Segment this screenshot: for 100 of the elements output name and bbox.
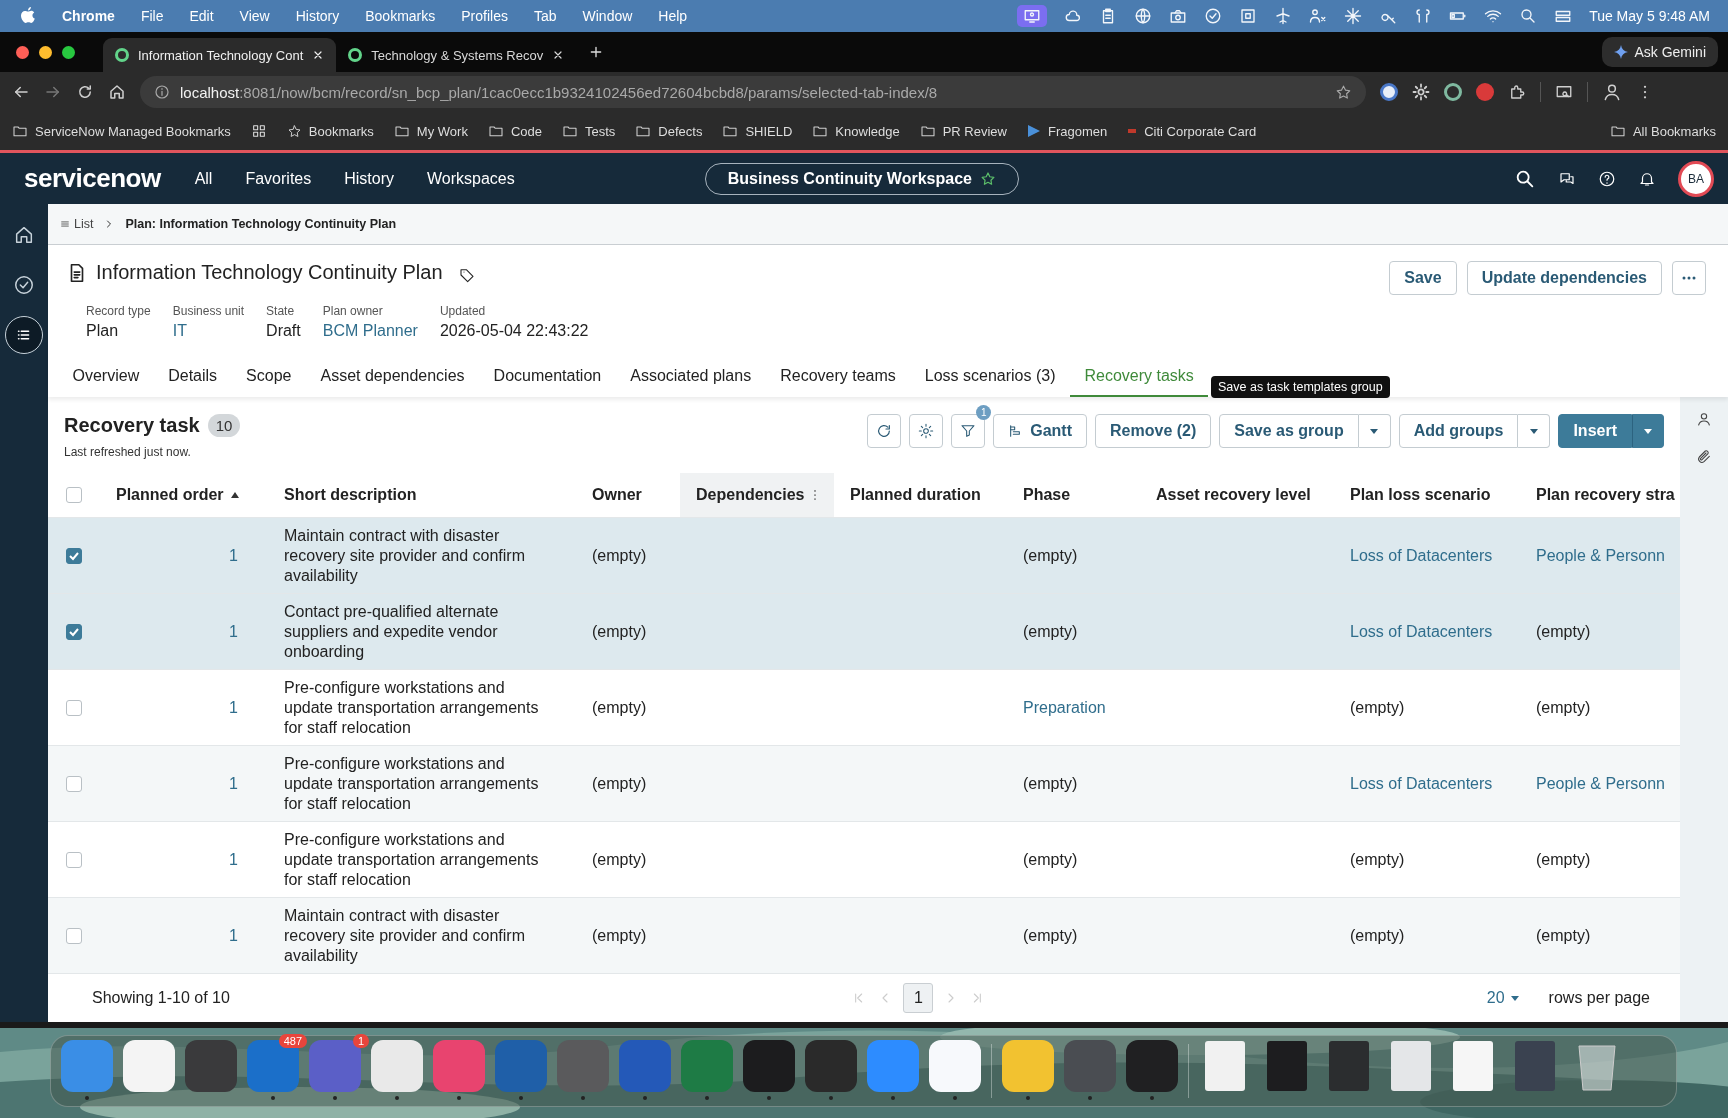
select-all-checkbox[interactable]	[66, 487, 82, 504]
record-tab[interactable]: Recovery teams	[765, 367, 911, 397]
record-link[interactable]: Preparation	[1023, 698, 1106, 717]
table-row[interactable]: 1 Pre-configure workstations and update transportation arrangements for staff relocation (empty) (empty) Loss of Datacenters People & Personn	[48, 745, 1680, 822]
logo[interactable]: servicenow	[24, 163, 161, 194]
bookmark[interactable]: PR Review	[919, 123, 1007, 139]
info-icon[interactable]	[154, 84, 170, 100]
frame-icon[interactable]	[1239, 7, 1258, 25]
window-thumbnail[interactable]	[1267, 1041, 1307, 1091]
nav-link[interactable]: All	[194, 169, 213, 188]
window-thumbnail[interactable]	[1453, 1041, 1493, 1091]
menu-item[interactable]: Tab	[533, 8, 557, 24]
help-icon[interactable]	[1598, 169, 1616, 188]
field-link[interactable]: IT	[172, 322, 245, 340]
app-icon[interactable]	[1002, 1040, 1054, 1092]
table-row[interactable]: 1 Maintain contract with disaster recovery site provider and confirm availability (empty) (empty) (empty) (empty)	[48, 897, 1680, 974]
record-tab[interactable]: Asset dependencies	[305, 367, 480, 397]
column-header[interactable]: Short description	[268, 473, 576, 518]
menubar-clock[interactable]: Tue May 5 9:48 AM	[1589, 8, 1710, 24]
nav-link[interactable]: Workspaces	[427, 169, 515, 188]
gear-icon[interactable]	[1412, 83, 1430, 101]
insert-button[interactable]: Insert	[1558, 414, 1632, 448]
action-button[interactable]: Update dependencies	[1466, 261, 1662, 295]
column-header[interactable]: Plan recovery stra	[1524, 473, 1680, 518]
reload-icon[interactable]	[76, 83, 94, 101]
record-link[interactable]: People & Personn	[1536, 546, 1665, 565]
wifi-icon[interactable]	[1484, 7, 1503, 25]
row-checkbox[interactable]	[66, 775, 82, 792]
window-thumbnail[interactable]	[1329, 1041, 1369, 1091]
row-checkbox[interactable]	[66, 699, 82, 716]
people-icon[interactable]	[1309, 7, 1328, 25]
record-tab[interactable]: Documentation	[479, 367, 616, 397]
window-thumbnail[interactable]	[1205, 1041, 1245, 1091]
column-header[interactable]: Asset recovery level	[1140, 473, 1334, 518]
refresh-button[interactable]	[867, 414, 902, 448]
apps-icon[interactable]	[250, 123, 267, 139]
camera-icon[interactable]	[1169, 7, 1188, 25]
window-thumbnail[interactable]	[1515, 1041, 1555, 1091]
record-link[interactable]: Loss of Datacenters	[1350, 622, 1493, 641]
user-avatar[interactable]: BA	[1678, 160, 1714, 197]
star-icon[interactable]	[1335, 83, 1352, 101]
app-icon[interactable]	[371, 1040, 423, 1092]
bookmark[interactable]: Code	[487, 123, 542, 139]
menu-item[interactable]: View	[239, 8, 270, 24]
dropdown-button[interactable]	[1632, 414, 1664, 448]
column-header[interactable]: Planned duration	[834, 473, 1007, 518]
remove-button[interactable]: Remove (2)	[1095, 414, 1212, 448]
record-tab[interactable]: Associated plans	[615, 367, 766, 397]
table-row[interactable]: 1 Maintain contract with disaster recovery site provider and confirm availability (empty) (empty) Loss of Datacenters People & Personn	[48, 517, 1680, 594]
menu-item[interactable]: File	[140, 8, 164, 24]
profile-icon[interactable]	[1602, 82, 1622, 102]
table-row[interactable]: 1 Pre-configure workstations and update transportation arrangements for staff relocation (empty) (empty) (empty) (empty)	[48, 821, 1680, 898]
column-header[interactable]: Phase	[1007, 473, 1140, 518]
row-checkbox[interactable]	[66, 623, 82, 640]
sparkle-icon[interactable]	[1344, 7, 1363, 25]
app-icon[interactable]	[929, 1040, 981, 1092]
row-checkbox[interactable]	[66, 927, 82, 944]
column-header[interactable]: Dependencies	[680, 473, 834, 518]
column-header[interactable]: Plan loss scenario	[1334, 473, 1524, 518]
bookmark[interactable]: Fragomen	[1027, 123, 1108, 139]
bookmark[interactable]: Defects	[635, 123, 703, 139]
check-icon[interactable]	[1204, 7, 1223, 25]
table-row[interactable]: 1 Pre-configure workstations and update transportation arrangements for staff relocation (empty) Preparation (empty) (empty)	[48, 669, 1680, 746]
menu-item[interactable]: Help	[658, 8, 688, 24]
paperclip-icon[interactable]	[1696, 449, 1712, 465]
record-tab[interactable]: Details	[153, 367, 232, 397]
bookmark[interactable]: Knowledge	[812, 123, 900, 139]
record-tab[interactable]: Recovery tasks	[1070, 367, 1209, 397]
bookmark[interactable]: My Work	[393, 123, 468, 139]
app-icon[interactable]	[1126, 1040, 1178, 1092]
person-icon[interactable]	[1696, 411, 1712, 427]
record-link[interactable]: People & Personn	[1536, 774, 1665, 793]
column-header[interactable]: Planned order	[100, 473, 268, 518]
menu-item[interactable]: Profiles	[461, 8, 508, 24]
record-link[interactable]: Loss of Datacenters	[1350, 774, 1493, 793]
window-zoom-button[interactable]	[62, 45, 75, 59]
browser-tab[interactable]: Technology & Systems Recov	[336, 38, 577, 72]
app-icon[interactable]	[805, 1040, 857, 1092]
row-checkbox[interactable]	[66, 851, 82, 868]
settings-button[interactable]	[909, 414, 944, 448]
app-icon[interactable]	[743, 1040, 795, 1092]
menu-item[interactable]: History	[295, 8, 340, 24]
window-close-button[interactable]	[16, 45, 29, 59]
bookmark[interactable]: Bookmarks	[286, 123, 374, 139]
sidebar-item[interactable]	[5, 316, 43, 354]
column-header[interactable]: Owner	[576, 473, 680, 518]
record-link[interactable]: Loss of Datacenters	[1350, 546, 1493, 565]
browser-tab[interactable]: Information Technology Cont	[103, 38, 337, 72]
filter-button[interactable]	[951, 414, 986, 448]
record-tab[interactable]: Loss scenarios (3)	[910, 367, 1070, 397]
nav-link[interactable]: History	[344, 169, 394, 188]
apple-icon[interactable]	[20, 7, 36, 25]
extensions-icon[interactable]	[1508, 83, 1526, 101]
bookmark[interactable]: All Bookmarks	[1609, 123, 1716, 139]
screen-share-icon[interactable]	[1023, 7, 1042, 25]
app-icon[interactable]	[123, 1040, 175, 1092]
app-menu[interactable]: Chrome	[62, 8, 115, 24]
record-tab[interactable]: Scope	[231, 367, 306, 397]
menu-item[interactable]: Window	[582, 8, 633, 24]
bookmark[interactable]: SHIELD	[722, 123, 793, 139]
